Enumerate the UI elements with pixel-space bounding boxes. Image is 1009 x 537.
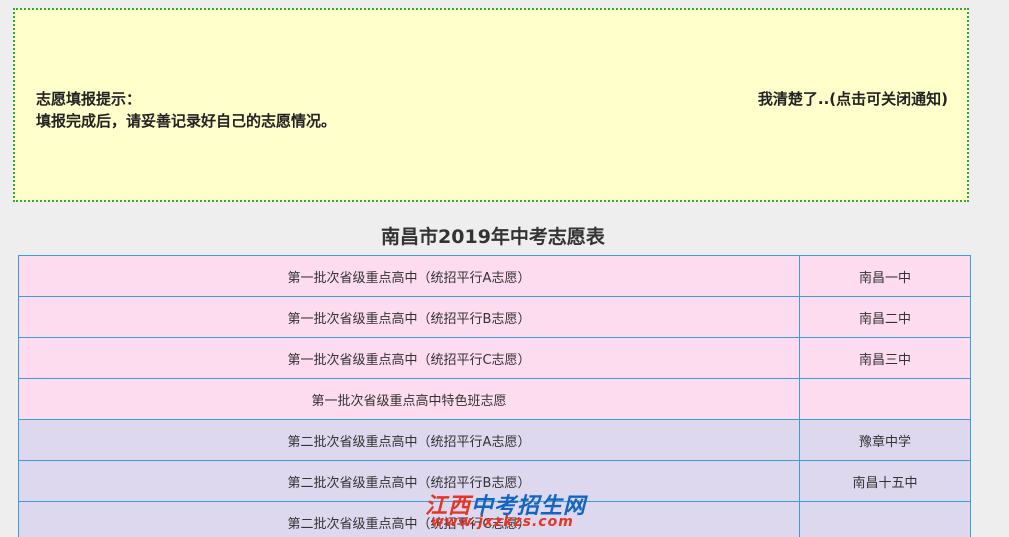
volunteer-school: 南昌二中 bbox=[799, 296, 971, 338]
volunteer-school: 南昌十五中 bbox=[799, 460, 971, 502]
table-row: 第一批次省级重点高中特色班志愿 bbox=[18, 378, 971, 420]
volunteer-school bbox=[799, 501, 971, 537]
volunteer-table: 第一批次省级重点高中（统招平行A志愿） 南昌一中 第一批次省级重点高中（统招平行… bbox=[18, 255, 971, 537]
volunteer-category: 第一批次省级重点高中特色班志愿 bbox=[18, 378, 800, 420]
notice-box: 志愿填报提示： 填报完成后，请妥善记录好自己的志愿情况。 我清楚了..(点击可关… bbox=[13, 8, 969, 202]
volunteer-school bbox=[799, 378, 971, 420]
volunteer-school: 豫章中学 bbox=[799, 419, 971, 461]
table-row: 第一批次省级重点高中（统招平行A志愿） 南昌一中 bbox=[18, 255, 971, 297]
table-row: 第二批次省级重点高中（统招平行C志愿） bbox=[18, 501, 971, 537]
notice-message: 填报完成后，请妥善记录好自己的志愿情况。 bbox=[36, 112, 337, 130]
volunteer-category: 第二批次省级重点高中（统招平行C志愿） bbox=[18, 501, 800, 537]
table-row: 第二批次省级重点高中（统招平行A志愿） 豫章中学 bbox=[18, 419, 971, 461]
notice-title: 志愿填报提示： bbox=[36, 90, 142, 108]
volunteer-category: 第二批次省级重点高中（统招平行B志愿） bbox=[18, 460, 800, 502]
volunteer-school: 南昌一中 bbox=[799, 255, 971, 297]
table-row: 第一批次省级重点高中（统招平行C志愿） 南昌三中 bbox=[18, 337, 971, 379]
volunteer-school: 南昌三中 bbox=[799, 337, 971, 379]
volunteer-category: 第一批次省级重点高中（统招平行B志愿） bbox=[18, 296, 800, 338]
volunteer-category: 第一批次省级重点高中（统招平行A志愿） bbox=[18, 255, 800, 297]
table-row: 第一批次省级重点高中（统招平行B志愿） 南昌二中 bbox=[18, 296, 971, 338]
table-row: 第二批次省级重点高中（统招平行B志愿） 南昌十五中 bbox=[18, 460, 971, 502]
volunteer-category: 第一批次省级重点高中（统招平行C志愿） bbox=[18, 337, 800, 379]
notice-close-link[interactable]: 我清楚了..(点击可关闭通知) bbox=[758, 88, 948, 109]
page-title: 南昌市2019年中考志愿表 bbox=[381, 226, 605, 248]
volunteer-category: 第二批次省级重点高中（统招平行A志愿） bbox=[18, 419, 800, 461]
